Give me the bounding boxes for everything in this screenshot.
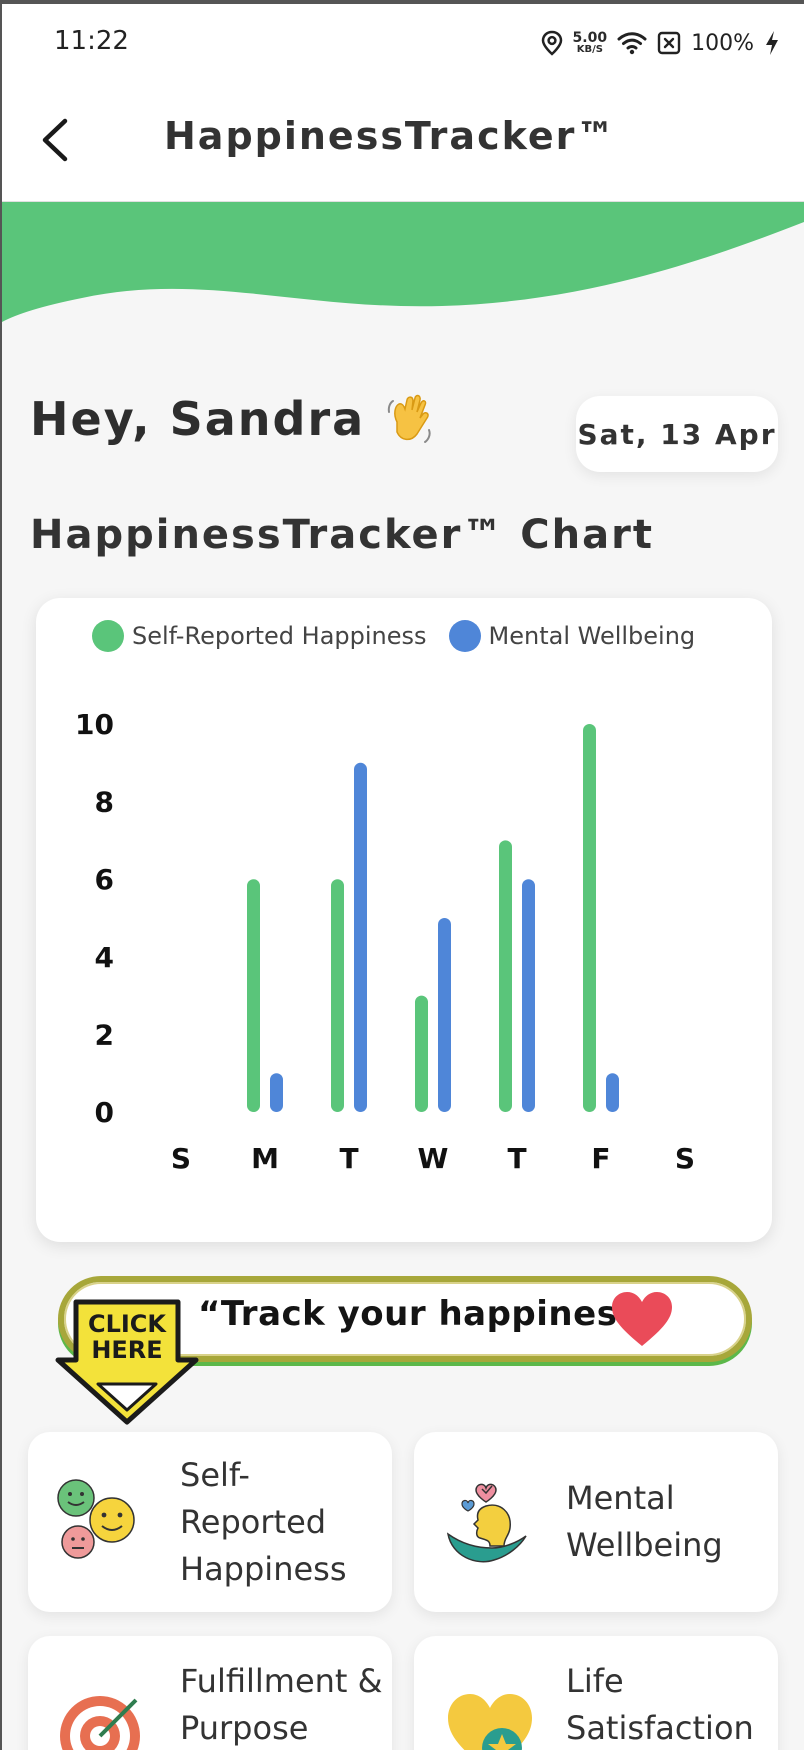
legend-dot-wellbeing — [448, 620, 481, 652]
greeting-row: Hey, Sandra — [30, 392, 437, 446]
mental-wellbeing-icon — [446, 1483, 527, 1563]
x-tick-label: T — [339, 1142, 358, 1175]
feature-label-line: Life — [566, 1662, 624, 1700]
back-button[interactable] — [28, 112, 80, 168]
feature-card-mental-wellbeing[interactable]: Mental Wellbeing — [414, 1432, 778, 1612]
chart-card: Self-Reported Happiness Mental Wellbeing… — [36, 598, 772, 1242]
legend-item-wellbeing: Mental Wellbeing — [448, 620, 696, 652]
feature-label-line: Purpose — [180, 1709, 309, 1747]
feature-label-line: Fulfillment & — [180, 1662, 383, 1700]
bar-wellbeing[interactable] — [270, 1073, 283, 1112]
feature-label-line: Wellbeing — [566, 1526, 723, 1564]
feature-label: Self- Reported Happiness — [180, 1452, 347, 1593]
y-tick-label: 0 — [95, 1096, 114, 1129]
bar-wellbeing[interactable] — [522, 879, 535, 1112]
bar-happiness[interactable] — [583, 724, 596, 1112]
feature-label: Mental Wellbeing — [566, 1475, 723, 1569]
feature-label-line: Happiness — [180, 1550, 347, 1588]
waving-hand-icon — [387, 394, 431, 443]
wifi-icon — [617, 32, 647, 55]
bar-happiness[interactable] — [331, 879, 344, 1112]
network-speed-unit: KB/S — [576, 44, 603, 55]
bar-wellbeing[interactable] — [354, 762, 367, 1112]
feature-card-life-satisfaction[interactable]: Life Satisfaction — [414, 1636, 778, 1750]
bar-happiness[interactable] — [247, 879, 260, 1112]
date-pill[interactable]: Sat, 13 Apr — [576, 396, 778, 472]
status-bar: 11:22 5.00 KB/S 100% — [2, 4, 804, 76]
x-tick-label: M — [251, 1142, 279, 1175]
heart-icon — [612, 1292, 672, 1346]
y-tick-label: 4 — [95, 941, 114, 974]
feature-label-line: Satisfaction — [566, 1709, 754, 1747]
app-bar: HappinessTracker™ — [2, 76, 804, 202]
legend-label-wellbeing: Mental Wellbeing — [488, 622, 696, 650]
bar-wellbeing[interactable] — [438, 918, 451, 1112]
track-happiness-banner[interactable]: “Track your happiness. CLICK HERE — [54, 1274, 754, 1426]
feature-label-line: Mental — [566, 1479, 675, 1517]
bar-happiness[interactable] — [415, 995, 428, 1112]
y-tick-label: 10 — [75, 708, 114, 741]
status-time: 11:22 — [54, 26, 129, 56]
feature-label: Life Satisfaction — [566, 1658, 754, 1750]
status-icons: 5.00 KB/S 100% — [541, 26, 780, 60]
x-tick-label: S — [171, 1142, 191, 1175]
legend-label-happiness: Self-Reported Happiness — [132, 622, 427, 650]
chevron-left-icon — [42, 118, 68, 162]
bar-chart: 0 2 4 6 8 10 S M T W T F S — [75, 708, 695, 1175]
app-title: HappinessTracker™ — [164, 114, 617, 158]
no-sim-icon — [657, 31, 681, 55]
x-tick-label: S — [675, 1142, 695, 1175]
feature-label: Fulfillment & Purpose — [180, 1658, 383, 1750]
y-tick-label: 6 — [95, 863, 114, 896]
x-tick-label: F — [591, 1142, 610, 1175]
feature-label-line: Reported — [180, 1503, 327, 1541]
heart-star-icon — [448, 1694, 532, 1750]
header-wave — [2, 202, 804, 322]
charging-bolt-icon — [766, 31, 778, 55]
banner-text: “Track your happiness. — [198, 1294, 652, 1334]
bar-happiness[interactable] — [499, 840, 512, 1112]
feature-card-fulfillment-purpose[interactable]: Fulfillment & Purpose — [28, 1636, 392, 1750]
chart-legend: Self-Reported Happiness Mental Wellbeing — [92, 620, 695, 652]
feature-label-line: Self- — [180, 1456, 250, 1494]
feature-card-self-reported-happiness[interactable]: Self- Reported Happiness — [28, 1432, 392, 1612]
x-tick-label: T — [507, 1142, 526, 1175]
chart-heading: HappinessTracker™ Chart — [30, 512, 654, 558]
x-tick-label: W — [418, 1142, 449, 1175]
network-speed-value: 5.00 — [572, 30, 608, 46]
y-tick-label: 2 — [95, 1018, 114, 1051]
bar-wellbeing[interactable] — [606, 1073, 619, 1112]
y-tick-label: 8 — [95, 786, 114, 819]
greeting-text: Hey, Sandra — [30, 392, 366, 446]
smiley-faces-icon — [57, 1479, 135, 1559]
network-speed: 5.00 KB/S — [573, 31, 608, 55]
click-here-line2: HERE — [91, 1336, 162, 1364]
legend-dot-happiness — [92, 620, 124, 652]
location-icon — [541, 30, 562, 56]
target-icon — [60, 1696, 140, 1750]
click-here-arrow-icon[interactable]: CLICK HERE — [54, 1298, 200, 1426]
legend-item-happiness: Self-Reported Happiness — [92, 620, 427, 652]
click-here-line1: CLICK — [88, 1310, 167, 1338]
battery-percent: 100% — [691, 30, 754, 56]
